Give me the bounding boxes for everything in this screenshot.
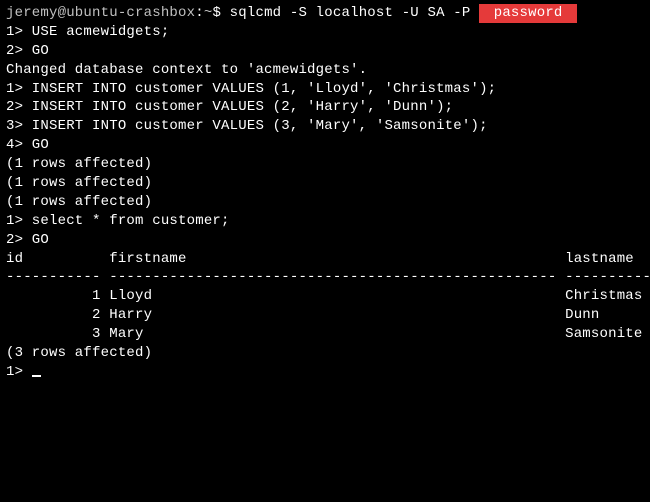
- sql-line: 1> USE acmewidgets;: [6, 23, 644, 42]
- table-row: 2 Harry Dunn: [6, 306, 644, 325]
- rows-affected: (1 rows affected): [6, 174, 644, 193]
- table-header: id firstname lastname: [6, 250, 644, 269]
- table-row: 1 Lloyd Christmas: [6, 287, 644, 306]
- redacted-password: password: [479, 4, 577, 23]
- rows-affected: (1 rows affected): [6, 155, 644, 174]
- user-host: jeremy@ubuntu-crashbox: [6, 5, 195, 21]
- sql-line: 2> INSERT INTO customer VALUES (2, 'Harr…: [6, 98, 644, 117]
- prompt-char: $: [212, 5, 221, 21]
- table-row: 3 Mary Samsonite: [6, 325, 644, 344]
- terminal[interactable]: jeremy@ubuntu-crashbox:~$ sqlcmd -S loca…: [0, 0, 650, 386]
- sql-line: 2> GO: [6, 231, 644, 250]
- sql-line: 2> GO: [6, 42, 644, 61]
- output-line: Changed database context to 'acmewidgets…: [6, 61, 644, 80]
- sql-line: 1> INSERT INTO customer VALUES (1, 'Lloy…: [6, 80, 644, 99]
- command-text: sqlcmd -S localhost -U SA -P: [230, 5, 479, 21]
- sql-prompt[interactable]: 1>: [6, 363, 644, 382]
- prompt-text: 1>: [6, 364, 32, 380]
- cursor-icon: [32, 375, 41, 377]
- rows-affected: (3 rows affected): [6, 344, 644, 363]
- sql-line: 1> select * from customer;: [6, 212, 644, 231]
- table-divider: ----------- ----------------------------…: [6, 268, 644, 287]
- path-delim: :: [195, 5, 204, 21]
- shell-prompt-line: jeremy@ubuntu-crashbox:~$ sqlcmd -S loca…: [6, 4, 644, 23]
- sql-line: 4> GO: [6, 136, 644, 155]
- sql-line: 3> INSERT INTO customer VALUES (3, 'Mary…: [6, 117, 644, 136]
- rows-affected: (1 rows affected): [6, 193, 644, 212]
